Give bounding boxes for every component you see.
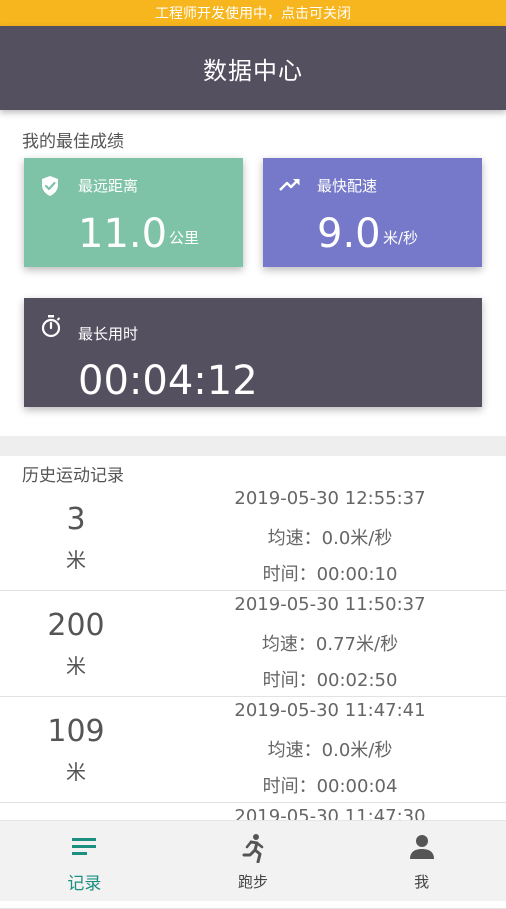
longest-duration-label: 最长用时 (78, 325, 139, 343)
best-distance-value: 11.0 (78, 211, 168, 257)
best-distance-label: 最远距离 (78, 177, 139, 195)
shield-check-icon (40, 175, 60, 201)
history-average-speed: 均速：0.0米/秒 (267, 528, 393, 549)
best-pace-unit: 米/秒 (383, 229, 419, 247)
history-duration: 时间：00:02:50 (262, 670, 398, 691)
app-header: 数据中心 (0, 26, 506, 110)
tab-records-label: 记录 (67, 874, 102, 894)
best-distance-card[interactable]: 最远距离 11.0 公里 (24, 158, 243, 267)
tab-me-label: 我 (414, 873, 430, 891)
history-datetime: 2019-05-30 11:47:41 (234, 700, 426, 721)
history-duration: 时间：00:00:10 (262, 564, 398, 585)
page-title: 数据中心 (203, 56, 303, 85)
stopwatch-icon (40, 314, 62, 342)
history-distance: 200 (47, 608, 105, 643)
best-records-heading: 我的最佳成绩 (22, 132, 124, 152)
history-average-speed: 均速：0.77米/秒 (261, 634, 399, 655)
trending-up-icon (279, 177, 301, 197)
longest-duration-card[interactable]: 最长用时 00:04:12 (24, 298, 482, 407)
history-datetime: 2019-05-30 11:50:37 (234, 594, 426, 615)
bottom-tab-bar: 记录 跑步 我 (0, 820, 506, 901)
history-duration: 时间：00:00:04 (262, 776, 398, 797)
longest-duration-value: 00:04:12 (78, 358, 258, 404)
history-distance: 3 (66, 502, 86, 537)
person-icon (408, 833, 436, 865)
history-distance-unit: 米 (66, 548, 86, 572)
tab-records[interactable]: 记录 (0, 821, 169, 901)
tab-me[interactable]: 我 (337, 821, 506, 901)
history-heading: 历史运动记录 (22, 466, 124, 486)
history-item[interactable]: 3 米 2019-05-30 12:55:37 均速：0.0米/秒 时间：00:… (0, 484, 506, 591)
history-item[interactable]: 109 米 2019-05-30 11:47:41 均速：0.0米/秒 时间：0… (0, 696, 506, 803)
running-icon (239, 833, 267, 867)
history-datetime: 2019-05-30 12:55:37 (234, 488, 426, 509)
best-pace-label: 最快配速 (317, 177, 378, 195)
history-distance-unit: 米 (66, 654, 86, 678)
best-distance-unit: 公里 (169, 229, 200, 247)
developer-mode-banner[interactable]: 工程师开发使用中，点击可关闭 (0, 0, 506, 26)
history-item[interactable]: 200 米 2019-05-30 11:50:37 均速：0.77米/秒 时间：… (0, 590, 506, 697)
tab-running-label: 跑步 (238, 873, 269, 891)
developer-mode-banner-text: 工程师开发使用中，点击可关闭 (155, 6, 351, 22)
best-pace-card[interactable]: 最快配速 9.0 米/秒 (263, 158, 482, 267)
best-pace-value: 9.0 (317, 211, 381, 257)
list-icon (70, 833, 98, 865)
tab-running[interactable]: 跑步 (169, 821, 338, 901)
section-divider (0, 436, 506, 456)
history-average-speed: 均速：0.0米/秒 (267, 740, 393, 761)
history-distance: 109 (47, 714, 105, 749)
history-distance-unit: 米 (66, 760, 86, 784)
